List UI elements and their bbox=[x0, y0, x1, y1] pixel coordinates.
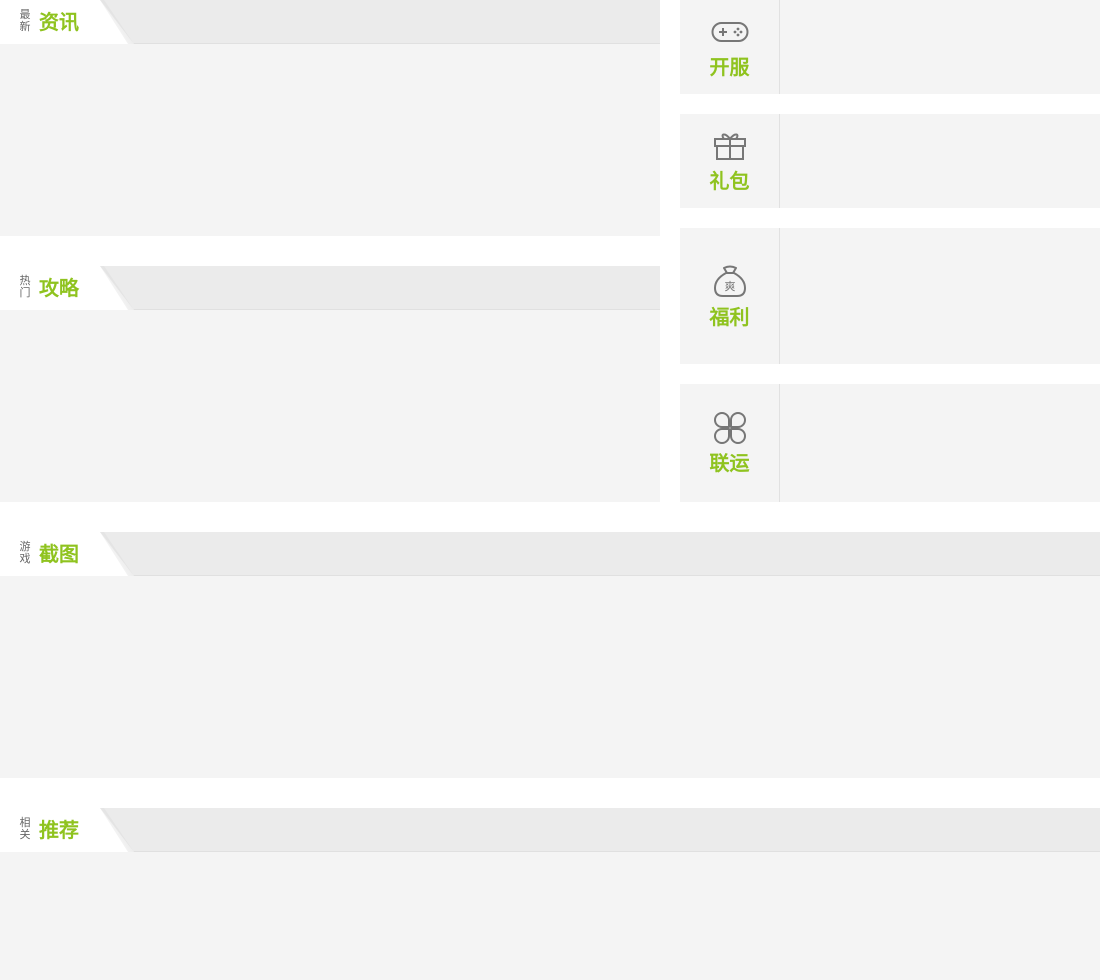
screenshots-section: 游戏 截图 bbox=[0, 532, 1100, 778]
money-bag-icon: 爽 bbox=[710, 263, 750, 299]
recommend-section: 相关 推荐 bbox=[0, 808, 1100, 980]
gamepad-icon bbox=[710, 15, 750, 49]
sidebar-item-server[interactable]: 开服 bbox=[680, 0, 1100, 94]
sidebar-item-label: 联运 bbox=[709, 451, 750, 475]
recommend-small-label: 相关 bbox=[19, 816, 31, 841]
sidebar-item-label: 福利 bbox=[709, 305, 750, 329]
guides-section: 热门 攻略 bbox=[0, 266, 660, 502]
sidebar-item-label: 礼包 bbox=[709, 169, 750, 193]
sidebar-item-welfare[interactable]: 爽 福利 bbox=[680, 228, 1100, 364]
news-title: 资讯 bbox=[39, 10, 79, 34]
recommend-title: 推荐 bbox=[39, 818, 79, 842]
news-header: 最新 资讯 bbox=[0, 0, 660, 44]
money-bag-text: 爽 bbox=[724, 280, 735, 293]
recommend-header: 相关 推荐 bbox=[0, 808, 1100, 852]
guides-title: 攻略 bbox=[39, 276, 79, 300]
guides-small-label: 热门 bbox=[19, 274, 31, 299]
clover-icon bbox=[710, 411, 750, 445]
sidebar-item-gift[interactable]: 礼包 bbox=[680, 114, 1100, 208]
gift-icon bbox=[710, 129, 750, 163]
screenshots-title: 截图 bbox=[39, 542, 79, 566]
screenshots-small-label: 游戏 bbox=[19, 540, 31, 565]
sidebar-item-partner[interactable]: 联运 bbox=[680, 384, 1100, 502]
screenshots-header: 游戏 截图 bbox=[0, 532, 1100, 576]
news-small-label: 最新 bbox=[19, 8, 31, 33]
sidebar-item-label: 开服 bbox=[709, 55, 750, 79]
news-section: 最新 资讯 bbox=[0, 0, 660, 236]
guides-header: 热门 攻略 bbox=[0, 266, 660, 310]
